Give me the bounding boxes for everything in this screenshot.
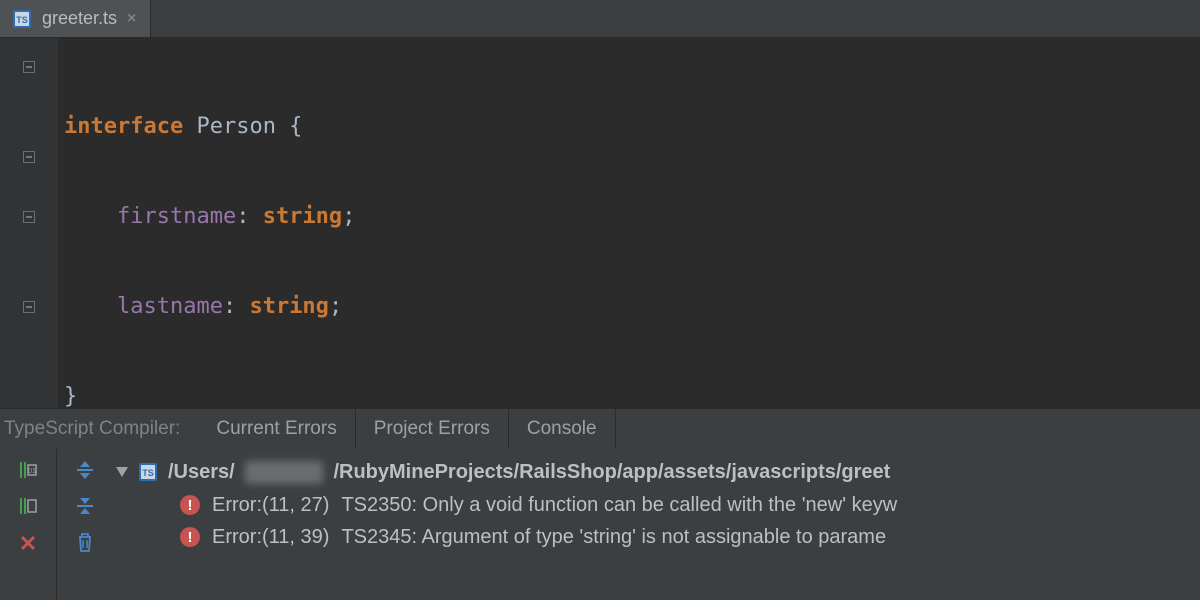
- compiler-panel: TypeScript Compiler: Current Errors Proj…: [0, 408, 1200, 600]
- panel-toolbar-right: [56, 449, 112, 600]
- editor-tab-greeter[interactable]: TS greeter.ts ×: [0, 0, 151, 37]
- file-path-prefix: /Users/: [168, 461, 235, 484]
- error-badge-icon: !: [180, 527, 200, 547]
- code-line[interactable]: firstname: string;: [64, 202, 1200, 232]
- disclosure-triangle-icon[interactable]: [116, 467, 128, 477]
- panel-title: TypeScript Compiler:: [0, 409, 198, 449]
- expand-all-icon[interactable]: [74, 459, 96, 481]
- collapse-all-icon[interactable]: [74, 495, 96, 517]
- fold-toggle-icon[interactable]: [23, 61, 35, 73]
- error-message: TS2350: Only a void function can be call…: [341, 494, 897, 517]
- fold-toggle-icon[interactable]: [23, 151, 35, 163]
- clear-icon[interactable]: [74, 531, 96, 553]
- fold-toggle-icon[interactable]: [23, 211, 35, 223]
- error-list[interactable]: TS /Users/xxxxxx/RubyMineProjects/RailsS…: [112, 449, 1200, 600]
- error-message: TS2345: Argument of type 'string' is not…: [341, 526, 886, 549]
- tab-current-errors[interactable]: Current Errors: [198, 409, 355, 449]
- fold-toggle-icon[interactable]: [23, 301, 35, 313]
- close-tab-icon[interactable]: ×: [127, 10, 136, 28]
- file-path-redacted: xxxxxx: [245, 461, 324, 484]
- code-area[interactable]: interface Person { firstname: string; la…: [58, 38, 1200, 408]
- svg-text:TS: TS: [142, 468, 154, 478]
- tab-console[interactable]: Console: [509, 409, 616, 449]
- typescript-file-icon: TS: [12, 9, 32, 29]
- typescript-file-icon: TS: [138, 462, 158, 482]
- code-line[interactable]: }: [64, 382, 1200, 408]
- svg-text:TS: TS: [16, 15, 28, 25]
- svg-text:01: 01: [28, 468, 36, 475]
- editor-gutter[interactable]: [0, 38, 58, 408]
- error-badge-icon: !: [180, 495, 200, 515]
- compiler-panel-body: 01 ✕ TS /Users/xxxxxx/RubyMineProjects/R…: [0, 449, 1200, 600]
- close-panel-icon[interactable]: ✕: [19, 531, 37, 557]
- panel-toolbar-left: 01 ✕: [0, 449, 56, 600]
- compiler-panel-tabs: TypeScript Compiler: Current Errors Proj…: [0, 409, 1200, 449]
- error-file-row[interactable]: TS /Users/xxxxxx/RubyMineProjects/RailsS…: [116, 455, 1200, 489]
- code-line[interactable]: lastname: string;: [64, 292, 1200, 322]
- error-location: Error:(11, 27): [212, 494, 329, 517]
- code-line[interactable]: interface Person {: [64, 112, 1200, 142]
- error-location: Error:(11, 39): [212, 526, 329, 549]
- tab-project-errors[interactable]: Project Errors: [356, 409, 509, 449]
- code-editor[interactable]: interface Person { firstname: string; la…: [0, 38, 1200, 408]
- error-item[interactable]: ! Error:(11, 39) TS2345: Argument of typ…: [116, 521, 1200, 553]
- error-item[interactable]: ! Error:(11, 27) TS2350: Only a void fun…: [116, 489, 1200, 521]
- tab-filename: greeter.ts: [42, 8, 117, 29]
- compile-all-icon[interactable]: [17, 495, 39, 517]
- file-path-suffix: /RubyMineProjects/RailsShop/app/assets/j…: [333, 461, 890, 484]
- editor-tabbar: TS greeter.ts ×: [0, 0, 1200, 38]
- ide-root: TS greeter.ts × interface Person { first…: [0, 0, 1200, 600]
- compile-icon[interactable]: 01: [17, 459, 39, 481]
